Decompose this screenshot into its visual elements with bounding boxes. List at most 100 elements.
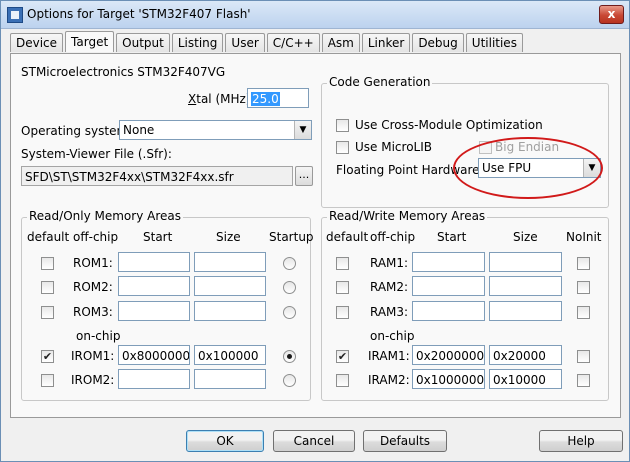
tab-listing[interactable]: Listing <box>171 33 224 52</box>
tab-strip: Device Target Output Listing User C/C++ … <box>10 31 525 53</box>
rom-header-startup: Startup <box>269 230 314 244</box>
close-button[interactable]: x <box>599 5 624 24</box>
iram1-label: IRAM1: <box>368 349 410 363</box>
rom-header-start: Start <box>143 230 173 244</box>
iram2-label: IRAM2: <box>368 373 410 387</box>
iram2-noinit-checkbox[interactable] <box>577 374 590 387</box>
help-button[interactable]: Help <box>539 430 623 452</box>
rom-group-title: Read/Only Memory Areas <box>27 209 183 223</box>
ram3-noinit-checkbox[interactable] <box>577 306 590 319</box>
target-tab-panel: STMicroelectronics STM32F407VG Xtal (MHz… <box>10 53 621 418</box>
iram1-noinit-checkbox[interactable] <box>577 350 590 363</box>
tab-target[interactable]: Target <box>65 31 115 52</box>
ram1-size-input[interactable] <box>489 252 562 272</box>
iram1-default-checkbox[interactable]: ✔ <box>336 350 349 363</box>
os-select[interactable]: None ▼ <box>119 120 312 140</box>
irom1-startup-radio[interactable] <box>283 350 296 363</box>
ram-onchip-label: on-chip <box>370 329 415 343</box>
defaults-button[interactable]: Defaults <box>363 430 447 452</box>
rom-header-default: default <box>27 230 70 244</box>
rom1-startup-radio[interactable] <box>283 257 296 270</box>
irom1-label: IROM1: <box>71 349 115 363</box>
ram-header-size: Size <box>513 230 538 244</box>
xtal-input[interactable]: 25.0 <box>247 88 309 108</box>
ram1-noinit-checkbox[interactable] <box>577 257 590 270</box>
tab-device[interactable]: Device <box>10 33 64 52</box>
ram1-default-checkbox[interactable] <box>336 257 349 270</box>
ram-header-default: default <box>326 230 369 244</box>
os-label: Operating system: <box>21 124 133 138</box>
rom1-label: ROM1: <box>73 256 113 270</box>
rom1-default-checkbox[interactable] <box>41 257 54 270</box>
ram-group-title: Read/Write Memory Areas <box>327 209 488 223</box>
highlight-ellipse <box>453 137 603 199</box>
iram2-size-input[interactable]: 0x10000 <box>489 369 562 389</box>
ram-header-noinit: NoInit <box>566 230 602 244</box>
rom2-default-checkbox[interactable] <box>41 281 54 294</box>
rom3-size-input[interactable] <box>194 301 266 321</box>
svd-label: System-Viewer File (.Sfr): <box>21 147 172 161</box>
irom1-default-checkbox[interactable]: ✔ <box>41 350 54 363</box>
rom-header-offchip: off-chip <box>73 230 119 244</box>
microlib-checkbox[interactable] <box>336 141 349 154</box>
ram3-size-input[interactable] <box>489 301 562 321</box>
tab-linker[interactable]: Linker <box>361 33 411 52</box>
ok-button[interactable]: OK <box>186 430 264 452</box>
chevron-down-icon[interactable]: ▼ <box>294 121 311 139</box>
rom2-startup-radio[interactable] <box>283 281 296 294</box>
ram1-start-input[interactable] <box>412 252 485 272</box>
irom1-size-input[interactable]: 0x100000 <box>194 345 266 365</box>
svd-browse-button[interactable]: ... <box>295 166 313 186</box>
os-value: None <box>123 123 155 137</box>
app-icon <box>7 7 23 23</box>
ram2-size-input[interactable] <box>489 276 562 296</box>
svd-file-field[interactable]: SFD\ST\STM32F4xx\STM32F4xx.sfr <box>21 166 293 186</box>
rom2-label: ROM2: <box>73 280 113 294</box>
rom1-size-input[interactable] <box>194 252 266 272</box>
ram-header-offchip: off-chip <box>370 230 416 244</box>
irom2-start-input[interactable] <box>118 369 190 389</box>
iram1-start-input[interactable]: 0x20000000 <box>412 345 485 365</box>
tab-asm[interactable]: Asm <box>321 33 360 52</box>
rom-onchip-label: on-chip <box>76 329 121 343</box>
rom3-start-input[interactable] <box>118 301 190 321</box>
irom2-default-checkbox[interactable] <box>41 374 54 387</box>
ram3-start-input[interactable] <box>412 301 485 321</box>
cross-module-label: Use Cross-Module Optimization <box>355 118 543 132</box>
ram-header-start: Start <box>437 230 467 244</box>
ram1-label: RAM1: <box>370 256 409 270</box>
rom3-default-checkbox[interactable] <box>41 306 54 319</box>
tab-c-cpp[interactable]: C/C++ <box>266 33 320 52</box>
ram3-label: RAM3: <box>370 305 409 319</box>
cancel-button[interactable]: Cancel <box>273 430 355 452</box>
rom3-startup-radio[interactable] <box>283 306 296 319</box>
iram2-start-input[interactable]: 0x10000000 <box>412 369 485 389</box>
ram2-label: RAM2: <box>370 280 409 294</box>
rom-header-size: Size <box>216 230 241 244</box>
title-bar: Options for Target 'STM32F407 Flash' x <box>1 1 629 29</box>
cross-module-checkbox[interactable] <box>336 119 349 132</box>
ram2-noinit-checkbox[interactable] <box>577 281 590 294</box>
microlib-label: Use MicroLIB <box>355 140 432 154</box>
window-title: Options for Target 'STM32F407 Flash' <box>27 7 251 21</box>
tab-debug[interactable]: Debug <box>412 33 464 52</box>
iram2-default-checkbox[interactable] <box>336 374 349 387</box>
irom2-size-input[interactable] <box>194 369 266 389</box>
tab-utilities[interactable]: Utilities <box>465 33 523 52</box>
rom1-start-input[interactable] <box>118 252 190 272</box>
tab-output[interactable]: Output <box>116 33 170 52</box>
rom2-size-input[interactable] <box>194 276 266 296</box>
tab-user[interactable]: User <box>225 33 265 52</box>
rom3-label: ROM3: <box>73 305 113 319</box>
options-dialog: Options for Target 'STM32F407 Flash' x D… <box>0 0 630 462</box>
iram1-size-input[interactable]: 0x20000 <box>489 345 562 365</box>
xtal-label: Xtal (MHz): <box>188 92 255 106</box>
ram2-default-checkbox[interactable] <box>336 281 349 294</box>
irom1-start-input[interactable]: 0x8000000 <box>118 345 190 365</box>
rom2-start-input[interactable] <box>118 276 190 296</box>
ram3-default-checkbox[interactable] <box>336 306 349 319</box>
ram2-start-input[interactable] <box>412 276 485 296</box>
code-generation-title: Code Generation <box>327 75 433 89</box>
irom2-startup-radio[interactable] <box>283 374 296 387</box>
device-name: STMicroelectronics STM32F407VG <box>21 65 226 79</box>
